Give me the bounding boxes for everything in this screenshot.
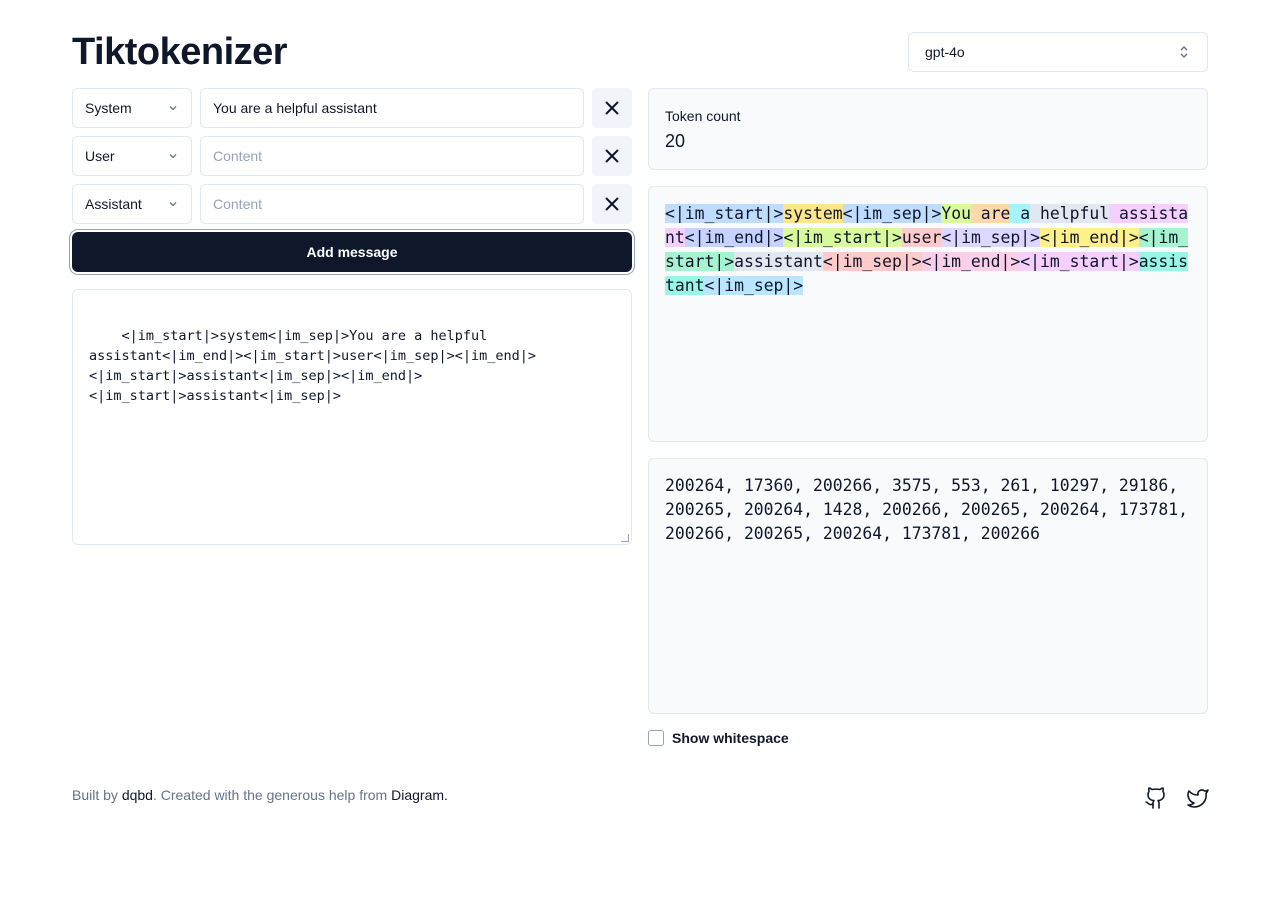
token-chip: are bbox=[970, 204, 1011, 223]
diagram-link[interactable]: Diagram bbox=[391, 787, 444, 803]
raw-text: <|im_start|>system<|im_sep|>You are a he… bbox=[89, 328, 537, 404]
role-select-value: System bbox=[85, 100, 132, 116]
resize-handle[interactable] bbox=[621, 534, 629, 542]
token-count-card: Token count 20 bbox=[648, 88, 1208, 170]
twitter-icon[interactable] bbox=[1186, 786, 1210, 810]
social-links bbox=[1144, 786, 1210, 810]
content-input[interactable] bbox=[200, 184, 584, 224]
role-select[interactable]: User bbox=[72, 136, 192, 176]
message-editor: System User Assistant Add message <|im_s… bbox=[72, 88, 632, 545]
token-chip: assistant bbox=[734, 252, 823, 271]
close-icon bbox=[605, 101, 619, 115]
token-chip: <|im_end|> bbox=[684, 228, 784, 247]
token-visualization: <|im_start|>system<|im_sep|>You are a he… bbox=[648, 186, 1208, 442]
token-chip: <|im_end|> bbox=[921, 252, 1021, 271]
chevron-down-icon bbox=[169, 154, 177, 159]
footer-suffix: . bbox=[444, 787, 448, 803]
footer-middle: . Created with the generous help from bbox=[152, 787, 392, 803]
remove-message-button[interactable] bbox=[592, 184, 632, 224]
chevron-down-icon bbox=[169, 106, 177, 111]
role-select-value: User bbox=[85, 148, 115, 164]
role-select[interactable]: Assistant bbox=[72, 184, 192, 224]
token-chip: <|im_sep|> bbox=[704, 276, 804, 295]
content-input[interactable] bbox=[200, 88, 584, 128]
token-chip: You bbox=[941, 204, 971, 223]
author-link[interactable]: dqbd bbox=[122, 787, 153, 803]
token-count-value: 20 bbox=[665, 131, 686, 151]
role-select-value: Assistant bbox=[85, 196, 142, 212]
token-chip: <|im_sep|> bbox=[842, 204, 942, 223]
github-icon[interactable] bbox=[1144, 786, 1168, 810]
token-ids: 200264, 17360, 200266, 3575, 553, 261, 1… bbox=[648, 458, 1208, 714]
token-chip: <|im_start|> bbox=[783, 228, 902, 247]
token-chip: helpful bbox=[1030, 204, 1110, 223]
footer: Built by dqbd. Created with the generous… bbox=[72, 787, 448, 803]
token-count-label: Token count bbox=[665, 108, 741, 124]
token-chip: <|im_start|> bbox=[665, 204, 784, 223]
token-chip: <|im_start|> bbox=[1020, 252, 1139, 271]
close-icon bbox=[605, 149, 619, 163]
token-chip: <|im_sep|> bbox=[822, 252, 922, 271]
close-icon bbox=[605, 197, 619, 211]
add-message-button[interactable]: Add message bbox=[72, 232, 632, 272]
message-row: System bbox=[72, 88, 632, 128]
show-whitespace-checkbox[interactable] bbox=[648, 730, 664, 746]
role-select[interactable]: System bbox=[72, 88, 192, 128]
message-row: User bbox=[72, 136, 632, 176]
token-chip: a bbox=[1010, 204, 1031, 223]
chevron-down-icon bbox=[169, 202, 177, 207]
content-input[interactable] bbox=[200, 136, 584, 176]
app-title: Tiktokenizer bbox=[72, 31, 288, 73]
model-select-value: gpt-4o bbox=[925, 44, 965, 60]
message-row: Assistant bbox=[72, 184, 632, 224]
remove-message-button[interactable] bbox=[592, 136, 632, 176]
remove-message-button[interactable] bbox=[592, 88, 632, 128]
chevron-up-down-icon bbox=[1180, 46, 1188, 58]
raw-text-area[interactable]: <|im_start|>system<|im_sep|>You are a he… bbox=[72, 289, 632, 545]
show-whitespace-label: Show whitespace bbox=[672, 730, 789, 746]
token-chip: system bbox=[783, 204, 843, 223]
model-select[interactable]: gpt-4o bbox=[908, 32, 1208, 72]
token-chip: <|im_sep|> bbox=[941, 228, 1041, 247]
token-output: Token count 20 <|im_start|>system<|im_se… bbox=[648, 88, 1208, 746]
footer-prefix: Built by bbox=[72, 787, 122, 803]
token-chip: <|im_end|> bbox=[1040, 228, 1139, 247]
token-chip: user bbox=[901, 228, 942, 247]
show-whitespace-row[interactable]: Show whitespace bbox=[648, 730, 1208, 746]
